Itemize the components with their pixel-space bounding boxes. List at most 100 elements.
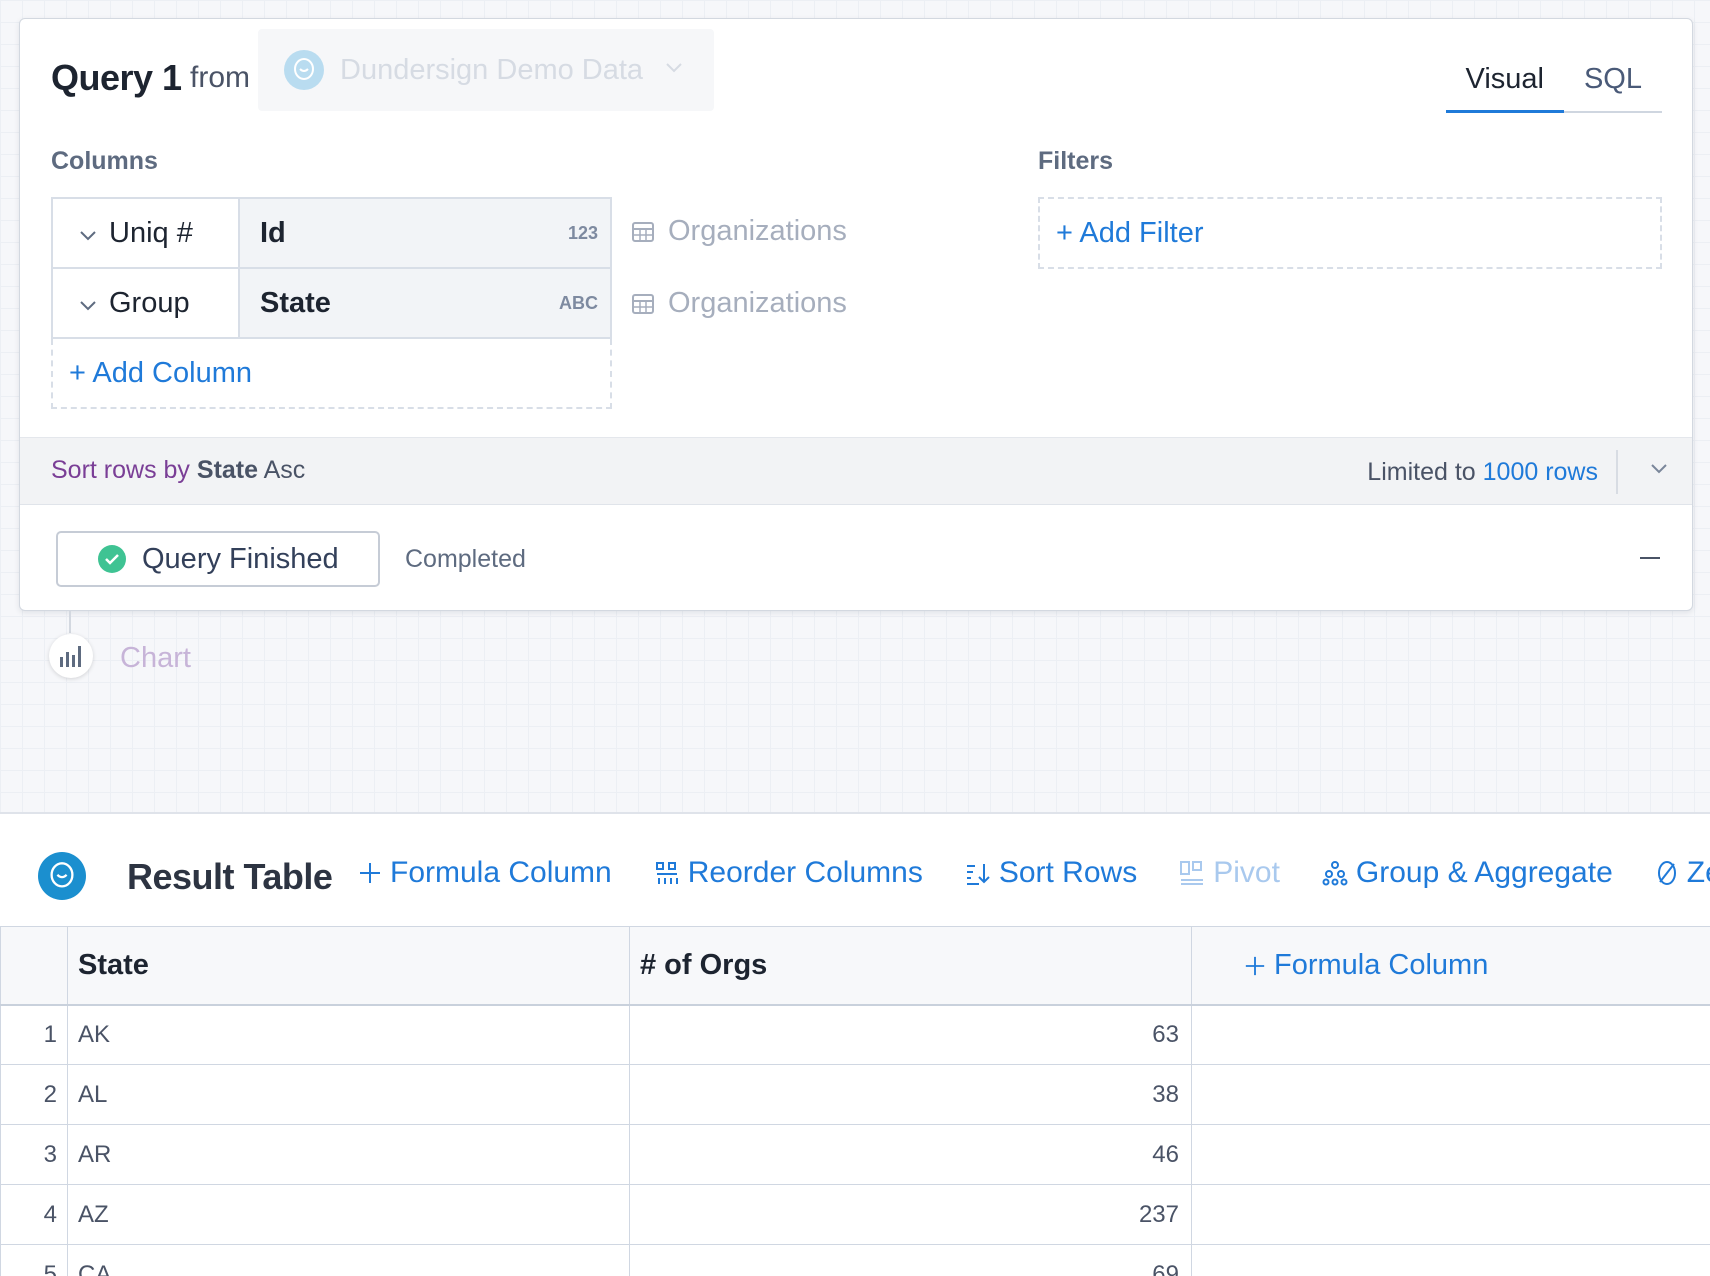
group-aggregate-button[interactable]: Group & Aggregate [1322, 856, 1613, 890]
cell-orgs[interactable]: 63 [629, 1004, 1192, 1065]
formula-column-label: Formula Column [390, 856, 612, 889]
column-row: Uniq # Id 123 [51, 197, 612, 269]
column-header-state[interactable]: State [67, 926, 630, 1006]
column-header-orgs[interactable]: # of Orgs [629, 926, 1192, 1006]
cell-orgs[interactable]: 46 [629, 1124, 1192, 1185]
tab-visual[interactable]: Visual [1445, 59, 1564, 113]
row-index: 1 [0, 1004, 68, 1065]
sort-icon [966, 864, 990, 885]
add-column-button[interactable]: + Add Column [51, 339, 612, 409]
sort-limit-bar: Sort rows by State Asc Limited to 1000 r… [20, 437, 1692, 505]
check-icon [98, 545, 126, 573]
result-panel: Result Table Formula Column Reorder Colu… [0, 812, 1710, 1276]
zero-fill-label: Ze [1686, 856, 1710, 889]
bar-chart-icon[interactable] [49, 634, 93, 678]
datasource-name: Dundersign Demo Data [340, 53, 644, 86]
cell-state[interactable]: CA [67, 1244, 630, 1276]
table-row[interactable]: 3 AR 46 [0, 1124, 1710, 1185]
step-connector [69, 611, 71, 633]
cell-state[interactable]: AK [67, 1004, 630, 1065]
from-label: from [190, 61, 250, 94]
sort-field: State [196, 456, 259, 484]
limit-value: 1000 rows [1482, 458, 1598, 486]
postgres-icon [284, 50, 324, 90]
group-aggregate-label: Group & Aggregate [1355, 856, 1613, 889]
query-title[interactable]: Query 1 [51, 57, 182, 99]
field-select[interactable]: Id 123 [240, 199, 610, 267]
pivot-button[interactable]: Pivot [1179, 856, 1280, 890]
cell-empty [1191, 1004, 1710, 1065]
table-row[interactable]: 2 AL 38 [0, 1064, 1710, 1125]
row-index: 2 [0, 1064, 68, 1125]
sort-rows-control[interactable]: Sort rows by State Asc [51, 456, 305, 485]
field-type-badge: ABC [559, 292, 598, 313]
chart-step-label[interactable]: Chart [120, 642, 191, 675]
table-row[interactable]: 5 CA 69 [0, 1244, 1710, 1276]
sort-prefix: Sort rows by [51, 456, 190, 484]
table-name: Organizations [668, 287, 847, 319]
cell-state[interactable]: AZ [67, 1184, 630, 1245]
postgres-icon [38, 852, 86, 900]
plus-icon [360, 863, 380, 883]
cell-orgs[interactable]: 38 [629, 1064, 1192, 1125]
add-formula-column-label: Formula Column [1274, 948, 1489, 981]
cell-orgs[interactable]: 69 [629, 1244, 1192, 1276]
row-index: 4 [0, 1184, 68, 1245]
table-header-row: State # of Orgs Formula Column [0, 926, 1710, 1006]
mode-tabs: Visual SQL [1445, 59, 1662, 113]
cell-orgs[interactable]: 237 [629, 1184, 1192, 1245]
reorder-icon [655, 862, 678, 884]
datasource-select[interactable]: Dundersign Demo Data [258, 29, 714, 111]
table-row[interactable]: 1 AK 63 [0, 1004, 1710, 1065]
cell-empty [1191, 1244, 1710, 1276]
reorder-columns-button[interactable]: Reorder Columns [654, 856, 923, 890]
add-filter-button[interactable]: + Add Filter [1038, 197, 1662, 269]
cell-state[interactable]: AL [67, 1064, 630, 1125]
zero-fill-button[interactable]: Ze [1655, 856, 1710, 890]
column-source-table: Organizations [632, 215, 847, 248]
collapse-icon[interactable] [1640, 557, 1660, 559]
row-index-header [0, 926, 68, 1006]
columns-heading: Columns [51, 147, 158, 175]
column-source-table: Organizations [632, 287, 847, 320]
chevron-down-icon[interactable] [1650, 462, 1668, 480]
row-limit-control[interactable]: Limited to 1000 rows [1367, 458, 1598, 487]
field-name: Id [260, 216, 286, 249]
aggregation-label: Group [109, 286, 190, 319]
plus-icon [1245, 956, 1265, 975]
result-toolbar: Formula Column Reorder Columns Sort Rows… [358, 856, 1710, 890]
chevron-down-icon [79, 217, 97, 250]
pivot-label: Pivot [1213, 856, 1280, 889]
sort-rows-label: Sort Rows [998, 856, 1138, 889]
sort-rows-button[interactable]: Sort Rows [965, 856, 1137, 890]
pivot-icon [1180, 861, 1204, 885]
cell-empty [1191, 1064, 1710, 1125]
chevron-down-icon [79, 287, 97, 320]
table-row[interactable]: 4 AZ 237 [0, 1184, 1710, 1245]
zero-icon [1657, 861, 1676, 885]
field-select[interactable]: State ABC [240, 269, 610, 337]
cell-empty [1191, 1184, 1710, 1245]
tab-sql[interactable]: SQL [1564, 59, 1662, 111]
status-button-label: Query Finished [142, 542, 339, 575]
query-card: Query 1 from Dundersign Demo Data Visual… [19, 18, 1693, 611]
cell-state[interactable]: AR [67, 1124, 630, 1185]
aggregation-select[interactable]: Uniq # [53, 199, 240, 267]
aggregation-select[interactable]: Group [53, 269, 240, 337]
result-table: State # of Orgs Formula Column 1 AK 63 2… [0, 926, 1710, 1276]
divider [1616, 450, 1618, 494]
reorder-columns-label: Reorder Columns [687, 856, 923, 889]
row-index: 3 [0, 1124, 68, 1185]
add-formula-column-header[interactable]: Formula Column [1191, 926, 1710, 1006]
table-icon [632, 293, 654, 314]
formula-column-button[interactable]: Formula Column [358, 856, 612, 890]
field-type-badge: 123 [567, 222, 598, 243]
aggregation-label: Uniq # [109, 216, 193, 249]
sort-direction: Asc [263, 456, 306, 484]
query-status-button[interactable]: Query Finished [56, 531, 380, 587]
status-text: Completed [405, 545, 526, 573]
limit-prefix: Limited to [1367, 458, 1476, 486]
filters-heading: Filters [1038, 147, 1114, 175]
field-name: State [260, 286, 331, 319]
result-table-title: Result Table [127, 856, 333, 897]
